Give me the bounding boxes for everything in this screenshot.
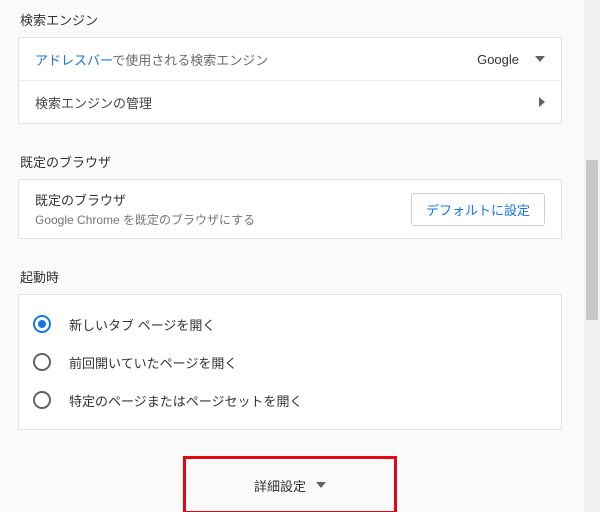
default-browser-text: 既定のブラウザ Google Chrome を既定のブラウザにする [35, 190, 411, 228]
dropdown-icon[interactable] [535, 56, 545, 62]
startup-option-continue-label: 前回開いていたページを開く [69, 353, 237, 372]
manage-search-engines-label: 検索エンジンの管理 [35, 93, 539, 112]
default-browser-title: 既定のブラウザ [35, 190, 411, 211]
section-title-search-engine: 検索エンジン [0, 0, 580, 37]
on-startup-card: 新しいタブ ページを開く 前回開いていたページを開く 特定のページまたはページセ… [18, 294, 562, 430]
manage-search-engines-row[interactable]: 検索エンジンの管理 [19, 81, 561, 123]
default-browser-subtitle: Google Chrome を既定のブラウザにする [35, 211, 411, 228]
advanced-settings-button[interactable]: 詳細設定 [183, 456, 397, 512]
chevron-right-icon [539, 97, 545, 107]
default-browser-row: 既定のブラウザ Google Chrome を既定のブラウザにする デフォルトに… [19, 180, 561, 238]
startup-option-specific-label: 特定のページまたはページセットを開く [69, 391, 302, 410]
radio-new-tab[interactable] [33, 315, 51, 333]
radio-specific[interactable] [33, 391, 51, 409]
chevron-down-icon [316, 482, 326, 488]
startup-option-new-tab-row[interactable]: 新しいタブ ページを開く [19, 305, 561, 343]
set-default-button[interactable]: デフォルトに設定 [411, 193, 545, 226]
scrollbar-track[interactable] [584, 0, 600, 512]
section-title-default-browser: 既定のブラウザ [0, 142, 580, 179]
startup-option-specific-row[interactable]: 特定のページまたはページセットを開く [19, 381, 561, 419]
scrollbar-thumb[interactable] [586, 160, 598, 320]
default-browser-card: 既定のブラウザ Google Chrome を既定のブラウザにする デフォルトに… [18, 179, 562, 239]
search-engine-select-value[interactable]: Google [477, 52, 535, 67]
startup-option-continue-row[interactable]: 前回開いていたページを開く [19, 343, 561, 381]
address-bar-label-rest: で使用される検索エンジン [112, 53, 268, 68]
search-engine-card: アドレスバーで使用される検索エンジン Google 検索エンジンの管理 [18, 37, 562, 124]
address-bar-search-engine-label: アドレスバーで使用される検索エンジン [35, 50, 477, 69]
address-bar-search-engine-row[interactable]: アドレスバーで使用される検索エンジン Google [19, 38, 561, 81]
startup-option-new-tab-label: 新しいタブ ページを開く [69, 315, 215, 334]
address-bar-link[interactable]: アドレスバー [35, 53, 112, 68]
advanced-settings-label: 詳細設定 [254, 476, 306, 495]
radio-continue[interactable] [33, 353, 51, 371]
section-title-on-startup: 起動時 [0, 257, 580, 294]
